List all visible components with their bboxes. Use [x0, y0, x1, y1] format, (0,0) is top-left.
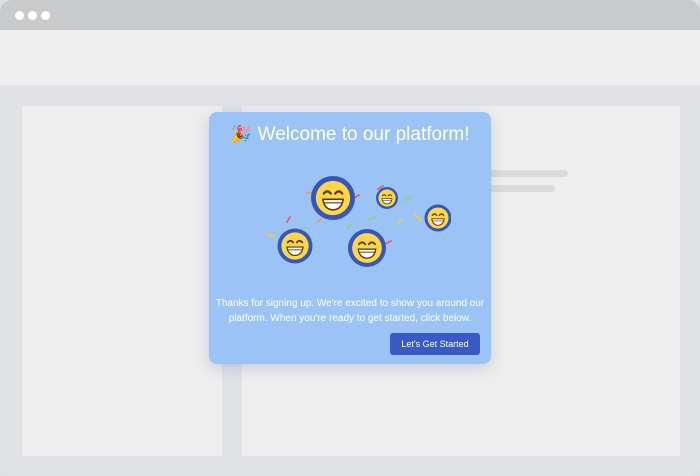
skeleton-placeholder-line: [480, 170, 568, 177]
get-started-button[interactable]: Let's Get Started: [390, 333, 480, 355]
sidebar-panel: [22, 106, 222, 456]
modal-title: 🎉 Welcome to our platform!: [209, 124, 491, 146]
app-header: [0, 30, 700, 86]
celebrating-emoji-faces-icon: [267, 174, 451, 268]
modal-body-line: platform. When you're ready to get start…: [228, 313, 472, 324]
welcome-modal: 🎉 Welcome to our platform! Thanks for si…: [209, 112, 491, 364]
window-dot-icon[interactable]: [28, 11, 37, 20]
skeleton-placeholder-line: [480, 185, 555, 192]
modal-body-text: Thanks for signing up. We're excited to …: [209, 296, 491, 326]
modal-title-text: Welcome to our platform!: [257, 124, 470, 145]
browser-window: 🎉 Welcome to our platform! Thanks for si…: [0, 0, 700, 476]
modal-body-line: Thanks for signing up. We're excited to …: [215, 298, 485, 309]
window-dot-icon[interactable]: [15, 11, 24, 20]
window-titlebar: [0, 0, 700, 30]
window-dot-icon[interactable]: [41, 11, 50, 20]
party-popper-icon: 🎉: [230, 125, 252, 144]
